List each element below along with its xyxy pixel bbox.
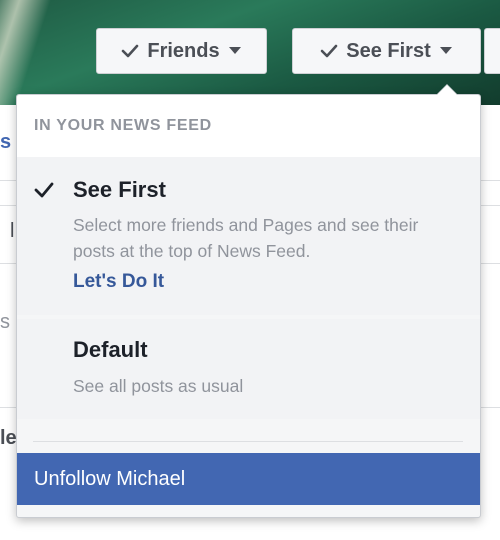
- menu-section-header: IN YOUR NEWS FEED: [17, 95, 480, 157]
- unfollow-button[interactable]: Unfollow Michael: [17, 453, 480, 505]
- cover-highlight: [0, 0, 54, 105]
- background-text-fragment: s: [0, 311, 10, 333]
- friends-button-label: Friends: [147, 39, 220, 62]
- check-icon: [122, 44, 139, 58]
- option-description: See all posts as usual: [73, 376, 244, 396]
- chevron-down-icon: [439, 47, 452, 54]
- selected-check-icon: [34, 182, 54, 198]
- menu-option-default[interactable]: Default See all posts as usual: [17, 319, 480, 419]
- see-first-button-label: See First: [346, 39, 431, 62]
- menu-option-see-first[interactable]: See First Select more friends and Pages …: [17, 157, 480, 315]
- news-feed-preferences-menu: IN YOUR NEWS FEED See First Select more …: [16, 84, 481, 518]
- more-button[interactable]: [484, 28, 500, 74]
- unfollow-label: Unfollow Michael: [34, 467, 186, 490]
- menu-divider: [33, 441, 463, 442]
- background-tab-fragment: s: [0, 131, 12, 153]
- background-text-fragment: le: [0, 427, 17, 449]
- see-first-button[interactable]: See First: [292, 28, 481, 74]
- chevron-down-icon: [228, 47, 241, 54]
- option-title: Default: [73, 337, 148, 362]
- option-description: Select more friends and Pages and see th…: [73, 215, 419, 261]
- check-icon: [320, 44, 338, 58]
- background-text-fragment: l: [10, 220, 15, 242]
- menu-section-title: IN YOUR NEWS FEED: [34, 117, 212, 134]
- menu-caret: [436, 84, 458, 95]
- option-title: See First: [73, 177, 166, 202]
- friends-button[interactable]: Friends: [96, 28, 267, 74]
- lets-do-it-link[interactable]: Let's Do It: [73, 271, 164, 293]
